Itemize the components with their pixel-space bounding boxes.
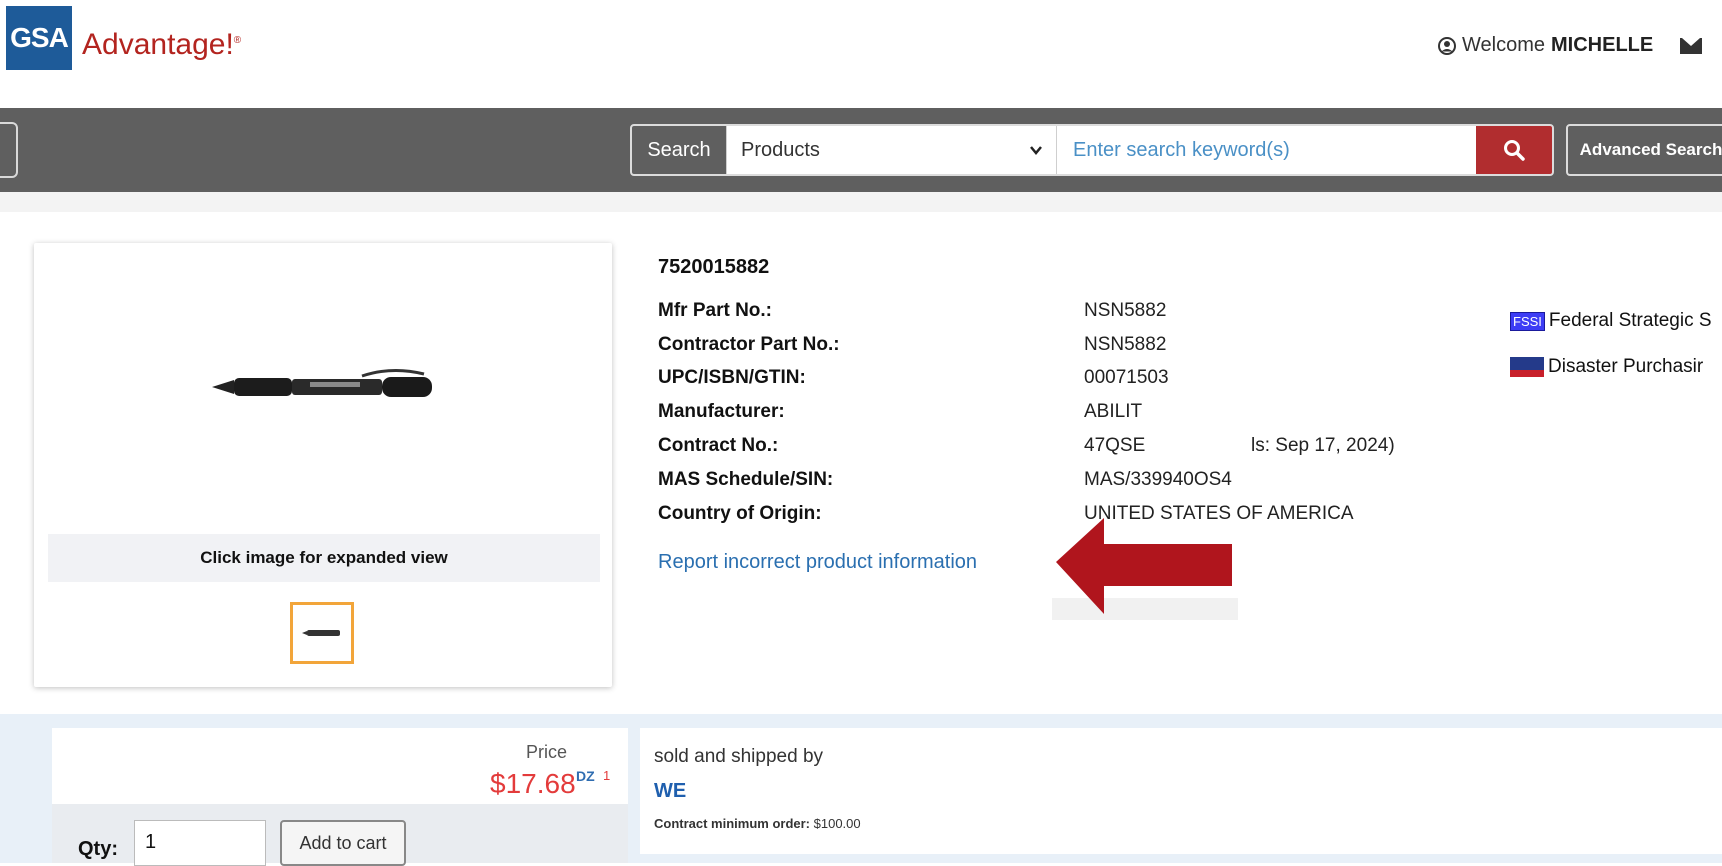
detail-key: MAS Schedule/SIN: (658, 469, 834, 490)
quantity-input[interactable]: 1 (134, 820, 266, 866)
user-icon (1438, 36, 1456, 55)
detail-row-contract: Contract No.: 47QSE ls: Sep 17, 2024) (658, 435, 1458, 465)
disaster-purchasing-badge[interactable]: Disaster Purchasir (1510, 356, 1703, 378)
seller-name-link[interactable]: WE (654, 780, 686, 803)
advantage-logo-text[interactable]: Advantage!® (82, 28, 241, 62)
price-unit[interactable]: DZ (576, 768, 595, 784)
product-title: 7520015882 (658, 256, 770, 278)
fssi-label: Federal Strategic S (1548, 310, 1712, 331)
detail-key: UPC/ISBN/GTIN: (658, 367, 806, 388)
qty-label: Qty: (78, 838, 118, 860)
contract-expiration: ls: Sep 17, 2024) (1251, 435, 1395, 456)
annotation-arrow-icon (1056, 518, 1232, 614)
detail-value: MAS/339940OS4 (1084, 469, 1232, 490)
sold-by-label: sold and shipped by (654, 746, 824, 767)
price-label: Price (526, 742, 568, 762)
detail-key: Country of Origin: (658, 503, 822, 524)
detail-row-mfr-part: Mfr Part No.: NSN5882 (658, 300, 1458, 330)
welcome-user[interactable]: Welcome MICHELLE (1438, 34, 1653, 57)
advanced-search-button[interactable]: Advanced Search (1566, 124, 1722, 176)
chevron-down-icon (1030, 146, 1042, 155)
gsa-logo[interactable]: GSA (6, 6, 72, 70)
minimum-order: Contract minimum order: $100.00 (654, 816, 861, 831)
add-to-cart-button[interactable]: Add to cart (280, 820, 406, 866)
menu-button[interactable] (0, 122, 18, 178)
min-order-label: Contract minimum order: (654, 816, 811, 831)
min-order-value: $100.00 (813, 816, 861, 831)
welcome-prefix: Welcome (1462, 34, 1545, 56)
search-bar: Search Products Enter search keyword(s) (630, 124, 1554, 176)
search-button[interactable] (1476, 126, 1552, 174)
image-thumbnail[interactable] (290, 602, 354, 664)
product-image-pen[interactable] (212, 368, 442, 402)
detail-value: 00071503 (1084, 367, 1169, 388)
nav-shadow-strip (0, 192, 1722, 212)
detail-key: Manufacturer: (658, 401, 785, 422)
expand-image-caption[interactable]: Click image for expanded view (48, 534, 600, 582)
detail-value: NSN5882 (1084, 334, 1167, 355)
search-label: Search (632, 126, 727, 174)
detail-value: NSN5882 (1084, 300, 1167, 321)
user-name: MICHELLE (1551, 34, 1654, 56)
search-icon (1504, 140, 1525, 161)
report-incorrect-info-link[interactable]: Report incorrect product information (658, 551, 977, 574)
price-value: $17.68 (490, 768, 576, 799)
logo-name: Advantage! (82, 28, 234, 61)
detail-row-contractor-part: Contractor Part No.: NSN5882 (658, 334, 1458, 364)
search-category-value: Products (741, 138, 820, 161)
price-unit-qty: 1 (603, 768, 611, 783)
detail-key: Contractor Part No.: (658, 334, 840, 355)
search-input[interactable]: Enter search keyword(s) (1057, 126, 1476, 174)
search-category-select[interactable]: Products (727, 126, 1057, 174)
detail-row-mas-schedule: MAS Schedule/SIN: MAS/339940OS4 (658, 469, 1458, 499)
detail-key: Mfr Part No.: (658, 300, 772, 321)
fssi-icon: FSSI (1510, 311, 1545, 331)
pen-thumbnail-icon (302, 630, 340, 636)
detail-key: Contract No.: (658, 435, 779, 456)
detail-row-manufacturer: Manufacturer: ABILIT (658, 401, 1458, 431)
disaster-purchasing-icon (1510, 357, 1544, 377)
detail-value[interactable]: 47QSE (1084, 435, 1145, 457)
detail-value: ABILIT (1084, 401, 1143, 422)
disaster-purchasing-label: Disaster Purchasir (1548, 356, 1704, 377)
detail-row-upc: UPC/ISBN/GTIN: 00071503 (658, 367, 1458, 397)
fssi-program-badge[interactable]: FSSI Federal Strategic S (1510, 310, 1712, 332)
mail-icon[interactable] (1680, 38, 1702, 54)
